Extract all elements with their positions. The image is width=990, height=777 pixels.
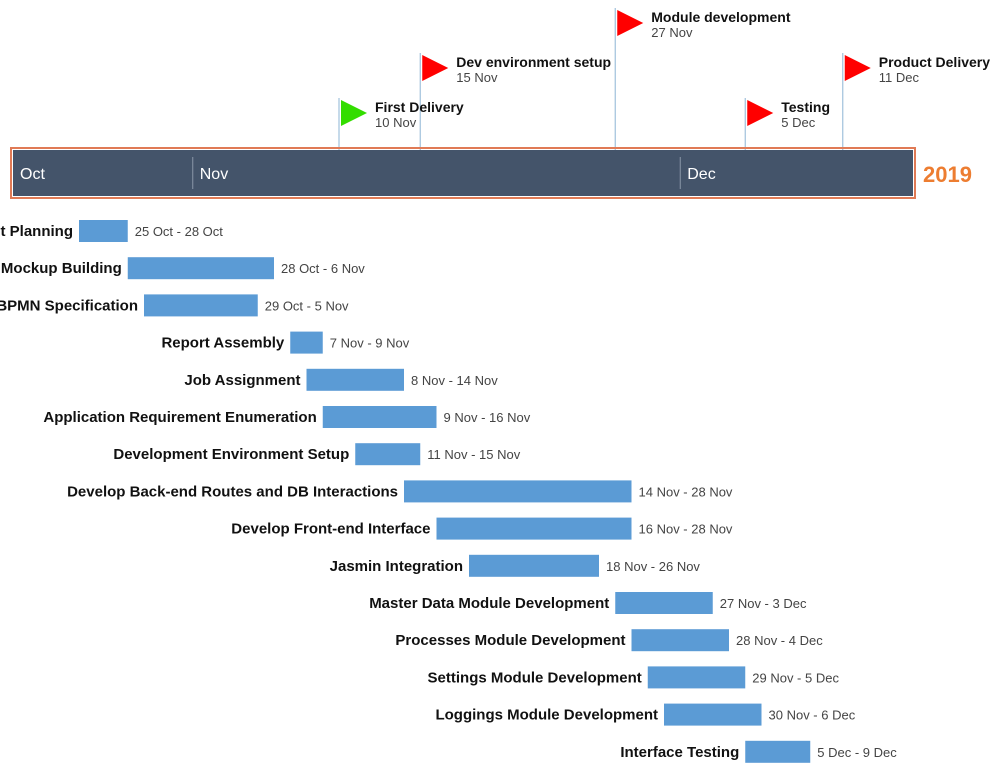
task-name: Develop Back-end Routes and DB Interacti… [67, 483, 398, 500]
task-row: Master Data Module Development 27 Nov - 3… [369, 592, 807, 614]
task-row: Develop Back-end Routes and DB Interacti… [67, 480, 733, 503]
task-date-range: 16 Nov - 28 Nov [639, 522, 733, 537]
task-date-range: 25 Oct - 28 Oct [135, 224, 224, 239]
task-name: Master Data Module Development [369, 595, 609, 612]
milestone-label: Module development [651, 9, 791, 25]
task-name: Jasmin Integration [330, 558, 463, 575]
task-bar [647, 666, 746, 689]
task-row: Develop Front-end Interface 16 Nov - 28 N… [231, 517, 733, 540]
task-name: Interface Testing [620, 744, 739, 761]
milestone-flag-icon [844, 55, 871, 81]
task-date-range: 8 Nov - 14 Nov [411, 373, 498, 388]
milestone-flag-icon [617, 10, 644, 36]
task-date-range: 11 Nov - 15 Nov [427, 447, 520, 462]
task-name: Settings Module Development [428, 669, 642, 686]
task-row: Development Environment Setup 11 Nov - 15… [113, 443, 521, 466]
task-rows: Project Planning 25 Oct - 28 Oct Mockup Bu… [0, 220, 897, 763]
task-bar [615, 592, 713, 614]
task-name: Processes Module Development [395, 632, 625, 649]
task-date-range: 5 Dec - 9 Dec [817, 745, 897, 760]
task-row: Mockup Building 28 Oct - 6 Nov [1, 257, 365, 280]
task-name: Develop Front-end Interface [231, 521, 430, 538]
timeline-band-fill [13, 150, 913, 196]
milestone: Testing5 Dec [744, 98, 830, 150]
task-row: Processes Module Development 28 Nov - 4 D… [395, 629, 823, 652]
milestone-date: 5 Dec [781, 115, 815, 130]
milestone-flag-icon [747, 100, 774, 126]
task-bar [469, 554, 599, 577]
task-row: Interface Testing 5 Dec - 9 Dec [620, 740, 897, 763]
task-date-range: 28 Oct - 6 Nov [281, 261, 365, 276]
milestones: Module development27 NovDev environment … [338, 8, 990, 150]
milestone-date: 10 Nov [375, 115, 417, 130]
task-name: Job Assignment [184, 372, 300, 389]
milestone-date: 27 Nov [651, 25, 693, 40]
task-bar [664, 703, 762, 726]
month-label: Oct [20, 166, 45, 183]
timeline-band: Oct Nov Dec 2019 [10, 147, 972, 199]
task-date-range: 7 Nov - 9 Nov [330, 336, 410, 351]
task-bar [127, 257, 274, 280]
milestone-label: Product Delivery [879, 54, 990, 70]
task-date-range: 27 Nov - 3 Dec [720, 596, 807, 611]
task-date-range: 29 Oct - 5 Nov [265, 298, 349, 313]
month-label: Nov [200, 166, 228, 183]
task-row: Job Assignment 8 Nov - 14 Nov [184, 368, 498, 391]
task-date-range: 28 Nov - 4 Dec [736, 633, 823, 648]
task-name: Mockup Building [1, 260, 122, 277]
task-bar [322, 406, 437, 428]
month-label: Dec [687, 166, 715, 183]
milestone: Product Delivery11 Dec [842, 53, 990, 150]
milestone-flag-icon [341, 100, 367, 126]
task-bar [290, 331, 323, 354]
task-bar [631, 629, 729, 652]
milestone-date: 15 Nov [456, 70, 498, 85]
task-bar [306, 368, 404, 391]
task-row: Application Requirement Enumeration 9 Nov… [43, 406, 531, 428]
task-date-range: 9 Nov - 16 Nov [444, 410, 531, 425]
milestone-label: Dev environment setup [456, 54, 611, 70]
task-bar [745, 740, 811, 763]
task-name: Development Environment Setup [113, 446, 349, 463]
milestone-flag-icon [422, 55, 449, 81]
task-row: Report Assembly 7 Nov - 9 Nov [161, 331, 410, 354]
task-row: Jasmin Integration 18 Nov - 26 Nov [330, 554, 700, 577]
milestone-label: Testing [781, 99, 830, 115]
task-name: Report Assembly [161, 335, 284, 352]
task-date-range: 18 Nov - 26 Nov [606, 559, 700, 574]
year-label: 2019 [923, 162, 972, 187]
task-name: Project Planning [0, 223, 73, 240]
task-row: Loggings Module Development 30 Nov - 6 De… [435, 703, 856, 726]
task-row: Settings Module Development 29 Nov - 5 De… [428, 666, 839, 689]
milestone: Module development27 Nov [614, 8, 791, 150]
task-date-range: 30 Nov - 6 Dec [769, 708, 856, 723]
task-bar [355, 443, 421, 466]
task-name: Application Requirement Enumeration [43, 409, 316, 426]
task-bar [144, 294, 258, 317]
task-row: Project Planning 25 Oct - 28 Oct [0, 220, 223, 242]
task-name: Loggings Module Development [435, 707, 658, 724]
task-bar [79, 220, 128, 242]
task-date-range: 29 Nov - 5 Dec [752, 670, 839, 685]
task-date-range: 14 Nov - 28 Nov [639, 484, 733, 499]
task-name: BPMN Specification [0, 297, 138, 314]
task-bar [436, 517, 632, 540]
milestone: First Delivery10 Nov [338, 98, 464, 150]
task-bar [404, 480, 632, 503]
milestone-date: 11 Dec [879, 70, 920, 85]
task-row: BPMN Specification 29 Oct - 5 Nov [0, 294, 349, 317]
milestone-label: First Delivery [375, 99, 464, 115]
gantt-chart: Module development27 NovDev environment … [0, 8, 990, 763]
